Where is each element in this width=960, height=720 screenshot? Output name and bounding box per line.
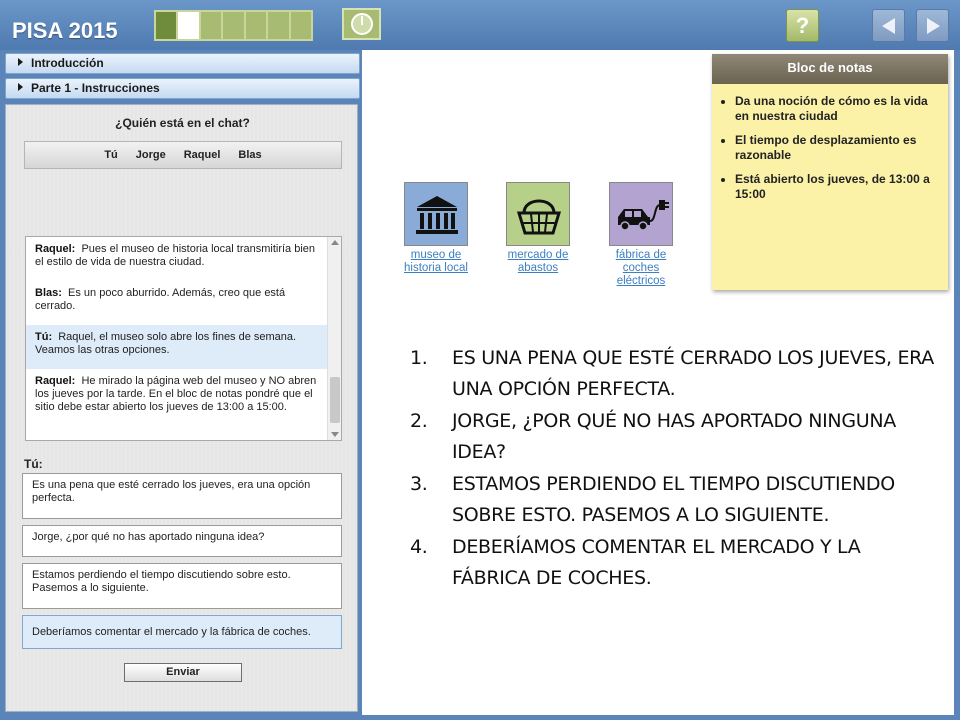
timer-button[interactable] — [342, 8, 381, 40]
museum-icon — [404, 182, 468, 246]
site-caption: fábrica de coches eléctricos — [615, 249, 667, 287]
overlay-item: 3. ESTAMOS PERDIENDO EL TIEMPO DISCUTIEN… — [410, 469, 940, 531]
app-title: PISA 2015 — [12, 18, 118, 43]
overlay-item-text: ESTAMOS PERDIENDO EL TIEMPO DISCUTIENDO … — [452, 473, 895, 526]
scroll-down-icon[interactable] — [331, 432, 339, 437]
send-button[interactable]: Enviar — [124, 663, 242, 682]
overlay-item-text: JORGE, ¿POR QUÉ NO HAS APORTADO NINGUNA … — [452, 410, 896, 463]
progress-segment-current — [178, 12, 201, 39]
overlay-item: 2. JORGE, ¿POR QUÉ NO HAS APORTADO NINGU… — [410, 406, 940, 468]
overlay-item-number: 2. — [410, 410, 428, 432]
participant: Tú — [104, 149, 118, 161]
chat-heading: ¿Quién está en el chat? — [115, 116, 250, 130]
progress-segment — [290, 12, 311, 39]
main-area: museo de historia local mercado de abast… — [362, 50, 954, 715]
notepad-item: Está abierto los jueves, de 13:00 a 15:0… — [735, 172, 936, 202]
notepad-title: Bloc de notas — [712, 54, 948, 84]
next-button[interactable] — [916, 9, 949, 42]
site-museo[interactable]: museo de historia local — [394, 182, 478, 275]
overlay-item: 1. ES UNA PENA QUE ESTÉ CERRADO LOS JUEV… — [410, 343, 940, 405]
basket-icon — [506, 182, 570, 246]
reply-label: Tú: — [24, 457, 43, 471]
chat-panel: ¿Quién está en el chat? Tú Jorge Raquel … — [5, 104, 358, 712]
arrow-left-icon — [882, 18, 895, 34]
site-caption: mercado de abastos — [507, 249, 569, 274]
reply-option-selected[interactable]: Deberíamos comentar el mercado y la fábr… — [22, 615, 342, 649]
chat-message: Raquel: He mirado la página web del muse… — [26, 369, 341, 433]
message-speaker: Raquel: — [35, 375, 76, 387]
site-fabrica[interactable]: fábrica de coches eléctricos — [599, 182, 683, 288]
progress-segment — [156, 12, 179, 39]
arrow-right-icon — [927, 18, 940, 34]
reply-option[interactable]: Es una pena que esté cerrado los jueves,… — [22, 473, 342, 519]
participant: Jorge — [135, 149, 166, 161]
site-caption: museo de historia local — [404, 249, 468, 274]
message-speaker: Blas: — [35, 287, 62, 299]
overlay-item-text: ES UNA PENA QUE ESTÉ CERRADO LOS JUEVES,… — [452, 347, 934, 400]
progress-segment — [200, 12, 224, 39]
bottom-strip — [0, 715, 960, 720]
reply-option[interactable]: Estamos perdiendo el tiempo discutiendo … — [22, 563, 342, 609]
chat-message: Blas: Es un poco aburrido. Además, creo … — [26, 281, 341, 325]
help-button[interactable]: ? — [786, 9, 819, 42]
notepad: Bloc de notas Da una noción de cómo es l… — [712, 54, 948, 290]
overlay-item-number: 3. — [410, 473, 428, 495]
message-text: He mirado la página web del museo y NO a… — [35, 375, 317, 413]
overlay-item: 4. DEBERÍAMOS COMENTAR EL MERCADO Y LA F… — [410, 532, 940, 594]
participant: Raquel — [183, 149, 221, 161]
previous-button[interactable] — [872, 9, 905, 42]
section-parte-1-instrucciones[interactable]: Parte 1 - Instrucciones — [5, 78, 360, 99]
message-text: Es un poco aburrido. Además, creo que es… — [35, 287, 286, 312]
section-label: Introducción — [31, 56, 104, 70]
progress-bar — [154, 10, 313, 41]
reply-option[interactable]: Jorge, ¿por qué no has aportado ninguna … — [22, 525, 342, 557]
chat-scrollbar[interactable] — [327, 237, 341, 440]
progress-segment — [245, 12, 269, 39]
chat-message: Tú: Raquel, el museo solo abre los fines… — [26, 325, 341, 369]
electric-car-icon — [609, 182, 673, 246]
participants-bar: Tú Jorge Raquel Blas — [24, 141, 342, 169]
site-mercado[interactable]: mercado de abastos — [496, 182, 580, 275]
triangle-right-icon — [18, 83, 23, 91]
clock-icon — [351, 13, 373, 35]
chat-history[interactable]: Raquel: Pues el museo de historia local … — [25, 236, 342, 441]
section-introduccion[interactable]: Introducción — [5, 53, 360, 74]
overlay-item-number: 1. — [410, 347, 428, 369]
message-text: Pues el museo de historia local transmit… — [35, 243, 316, 268]
scroll-up-icon[interactable] — [331, 240, 339, 245]
triangle-right-icon — [18, 58, 23, 66]
section-label: Parte 1 - Instrucciones — [31, 81, 160, 95]
notepad-item: El tiempo de desplazamiento es razonable — [735, 133, 936, 163]
progress-segment — [268, 12, 291, 39]
notepad-item: Da una noción de cómo es la vida en nues… — [735, 94, 936, 124]
message-text: Raquel, el museo solo abre los fines de … — [35, 331, 297, 356]
notepad-list: Da una noción de cómo es la vida en nues… — [712, 84, 948, 202]
top-bar: PISA 2015 ? — [0, 0, 960, 50]
overlay-item-text: DEBERÍAMOS COMENTAR EL MERCADO Y LA FÁBR… — [452, 536, 861, 589]
participant: Blas — [238, 149, 262, 161]
options-overlay-list: 1. ES UNA PENA QUE ESTÉ CERRADO LOS JUEV… — [410, 343, 940, 595]
scroll-thumb[interactable] — [330, 377, 340, 423]
overlay-item-number: 4. — [410, 536, 428, 558]
progress-segment — [223, 12, 246, 39]
chat-message: Raquel: Pues el museo de historia local … — [26, 237, 341, 281]
left-panel: Introducción Parte 1 - Instrucciones ¿Qu… — [0, 50, 362, 715]
message-speaker: Raquel: — [35, 243, 76, 255]
message-speaker: Tú: — [35, 331, 53, 343]
